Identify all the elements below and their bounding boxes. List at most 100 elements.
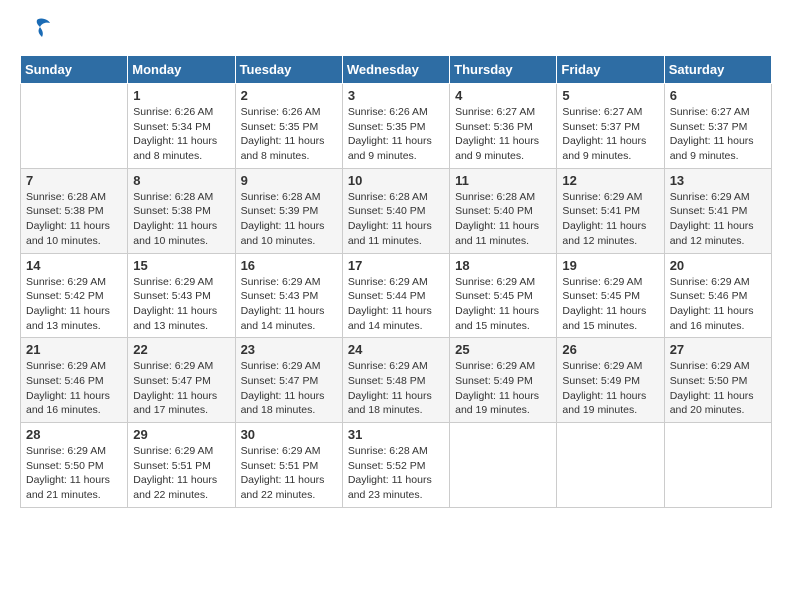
header-saturday: Saturday: [664, 56, 771, 84]
day-number: 7: [26, 173, 122, 188]
calendar-cell: 25 Sunrise: 6:29 AMSunset: 5:49 PMDaylig…: [450, 338, 557, 423]
day-info: Sunrise: 6:29 AMSunset: 5:49 PMDaylight:…: [455, 359, 551, 418]
day-number: 6: [670, 88, 766, 103]
calendar-cell: 28 Sunrise: 6:29 AMSunset: 5:50 PMDaylig…: [21, 423, 128, 508]
day-info: Sunrise: 6:26 AMSunset: 5:34 PMDaylight:…: [133, 105, 229, 164]
week-row-4: 28 Sunrise: 6:29 AMSunset: 5:50 PMDaylig…: [21, 423, 772, 508]
calendar-cell: 11 Sunrise: 6:28 AMSunset: 5:40 PMDaylig…: [450, 168, 557, 253]
day-info: Sunrise: 6:28 AMSunset: 5:40 PMDaylight:…: [455, 190, 551, 249]
day-info: Sunrise: 6:29 AMSunset: 5:43 PMDaylight:…: [133, 275, 229, 334]
day-number: 10: [348, 173, 444, 188]
day-info: Sunrise: 6:26 AMSunset: 5:35 PMDaylight:…: [241, 105, 337, 164]
calendar-cell: 3 Sunrise: 6:26 AMSunset: 5:35 PMDayligh…: [342, 84, 449, 169]
calendar-cell: 1 Sunrise: 6:26 AMSunset: 5:34 PMDayligh…: [128, 84, 235, 169]
day-number: 5: [562, 88, 658, 103]
day-info: Sunrise: 6:27 AMSunset: 5:37 PMDaylight:…: [670, 105, 766, 164]
header-tuesday: Tuesday: [235, 56, 342, 84]
day-number: 11: [455, 173, 551, 188]
calendar-cell: [664, 423, 771, 508]
calendar-cell: 29 Sunrise: 6:29 AMSunset: 5:51 PMDaylig…: [128, 423, 235, 508]
calendar-cell: 10 Sunrise: 6:28 AMSunset: 5:40 PMDaylig…: [342, 168, 449, 253]
header-wednesday: Wednesday: [342, 56, 449, 84]
day-number: 1: [133, 88, 229, 103]
day-info: Sunrise: 6:29 AMSunset: 5:43 PMDaylight:…: [241, 275, 337, 334]
calendar-cell: 13 Sunrise: 6:29 AMSunset: 5:41 PMDaylig…: [664, 168, 771, 253]
day-number: 27: [670, 342, 766, 357]
day-info: Sunrise: 6:29 AMSunset: 5:47 PMDaylight:…: [133, 359, 229, 418]
calendar-cell: 15 Sunrise: 6:29 AMSunset: 5:43 PMDaylig…: [128, 253, 235, 338]
day-info: Sunrise: 6:29 AMSunset: 5:47 PMDaylight:…: [241, 359, 337, 418]
day-number: 20: [670, 258, 766, 273]
day-info: Sunrise: 6:29 AMSunset: 5:44 PMDaylight:…: [348, 275, 444, 334]
day-info: Sunrise: 6:26 AMSunset: 5:35 PMDaylight:…: [348, 105, 444, 164]
calendar-cell: 23 Sunrise: 6:29 AMSunset: 5:47 PMDaylig…: [235, 338, 342, 423]
day-number: 13: [670, 173, 766, 188]
day-number: 4: [455, 88, 551, 103]
day-info: Sunrise: 6:29 AMSunset: 5:51 PMDaylight:…: [133, 444, 229, 503]
day-number: 16: [241, 258, 337, 273]
day-info: Sunrise: 6:29 AMSunset: 5:46 PMDaylight:…: [670, 275, 766, 334]
day-number: 24: [348, 342, 444, 357]
day-number: 12: [562, 173, 658, 188]
day-info: Sunrise: 6:29 AMSunset: 5:51 PMDaylight:…: [241, 444, 337, 503]
day-number: 9: [241, 173, 337, 188]
day-number: 8: [133, 173, 229, 188]
day-info: Sunrise: 6:27 AMSunset: 5:36 PMDaylight:…: [455, 105, 551, 164]
calendar-cell: 31 Sunrise: 6:28 AMSunset: 5:52 PMDaylig…: [342, 423, 449, 508]
day-info: Sunrise: 6:29 AMSunset: 5:41 PMDaylight:…: [562, 190, 658, 249]
day-number: 21: [26, 342, 122, 357]
header-thursday: Thursday: [450, 56, 557, 84]
day-info: Sunrise: 6:28 AMSunset: 5:39 PMDaylight:…: [241, 190, 337, 249]
day-info: Sunrise: 6:29 AMSunset: 5:46 PMDaylight:…: [26, 359, 122, 418]
day-info: Sunrise: 6:29 AMSunset: 5:50 PMDaylight:…: [26, 444, 122, 503]
calendar-cell: 20 Sunrise: 6:29 AMSunset: 5:46 PMDaylig…: [664, 253, 771, 338]
week-row-0: 1 Sunrise: 6:26 AMSunset: 5:34 PMDayligh…: [21, 84, 772, 169]
page-header: [20, 20, 772, 39]
calendar-cell: 8 Sunrise: 6:28 AMSunset: 5:38 PMDayligh…: [128, 168, 235, 253]
day-number: 2: [241, 88, 337, 103]
day-number: 15: [133, 258, 229, 273]
calendar-cell: 18 Sunrise: 6:29 AMSunset: 5:45 PMDaylig…: [450, 253, 557, 338]
calendar-cell: 19 Sunrise: 6:29 AMSunset: 5:45 PMDaylig…: [557, 253, 664, 338]
day-number: 22: [133, 342, 229, 357]
day-info: Sunrise: 6:27 AMSunset: 5:37 PMDaylight:…: [562, 105, 658, 164]
calendar-cell: 26 Sunrise: 6:29 AMSunset: 5:49 PMDaylig…: [557, 338, 664, 423]
day-info: Sunrise: 6:28 AMSunset: 5:38 PMDaylight:…: [133, 190, 229, 249]
calendar-cell: 9 Sunrise: 6:28 AMSunset: 5:39 PMDayligh…: [235, 168, 342, 253]
day-info: Sunrise: 6:29 AMSunset: 5:48 PMDaylight:…: [348, 359, 444, 418]
calendar-cell: 24 Sunrise: 6:29 AMSunset: 5:48 PMDaylig…: [342, 338, 449, 423]
logo: [20, 20, 52, 39]
day-info: Sunrise: 6:28 AMSunset: 5:40 PMDaylight:…: [348, 190, 444, 249]
header-row: Sunday Monday Tuesday Wednesday Thursday…: [21, 56, 772, 84]
header-monday: Monday: [128, 56, 235, 84]
calendar-cell: 14 Sunrise: 6:29 AMSunset: 5:42 PMDaylig…: [21, 253, 128, 338]
calendar-cell: 27 Sunrise: 6:29 AMSunset: 5:50 PMDaylig…: [664, 338, 771, 423]
day-number: 28: [26, 427, 122, 442]
day-info: Sunrise: 6:29 AMSunset: 5:50 PMDaylight:…: [670, 359, 766, 418]
day-number: 18: [455, 258, 551, 273]
day-info: Sunrise: 6:28 AMSunset: 5:38 PMDaylight:…: [26, 190, 122, 249]
calendar-cell: [21, 84, 128, 169]
calendar-cell: 7 Sunrise: 6:28 AMSunset: 5:38 PMDayligh…: [21, 168, 128, 253]
day-info: Sunrise: 6:28 AMSunset: 5:52 PMDaylight:…: [348, 444, 444, 503]
calendar-cell: 16 Sunrise: 6:29 AMSunset: 5:43 PMDaylig…: [235, 253, 342, 338]
logo-bird-icon: [22, 15, 52, 45]
day-number: 26: [562, 342, 658, 357]
day-info: Sunrise: 6:29 AMSunset: 5:49 PMDaylight:…: [562, 359, 658, 418]
header-sunday: Sunday: [21, 56, 128, 84]
calendar-cell: 12 Sunrise: 6:29 AMSunset: 5:41 PMDaylig…: [557, 168, 664, 253]
day-info: Sunrise: 6:29 AMSunset: 5:45 PMDaylight:…: [455, 275, 551, 334]
header-friday: Friday: [557, 56, 664, 84]
calendar-cell: 22 Sunrise: 6:29 AMSunset: 5:47 PMDaylig…: [128, 338, 235, 423]
day-number: 14: [26, 258, 122, 273]
day-number: 19: [562, 258, 658, 273]
day-number: 23: [241, 342, 337, 357]
calendar-cell: 6 Sunrise: 6:27 AMSunset: 5:37 PMDayligh…: [664, 84, 771, 169]
week-row-2: 14 Sunrise: 6:29 AMSunset: 5:42 PMDaylig…: [21, 253, 772, 338]
day-info: Sunrise: 6:29 AMSunset: 5:45 PMDaylight:…: [562, 275, 658, 334]
calendar-cell: [450, 423, 557, 508]
calendar-table: Sunday Monday Tuesday Wednesday Thursday…: [20, 55, 772, 508]
calendar-cell: 30 Sunrise: 6:29 AMSunset: 5:51 PMDaylig…: [235, 423, 342, 508]
day-number: 3: [348, 88, 444, 103]
calendar-cell: 17 Sunrise: 6:29 AMSunset: 5:44 PMDaylig…: [342, 253, 449, 338]
